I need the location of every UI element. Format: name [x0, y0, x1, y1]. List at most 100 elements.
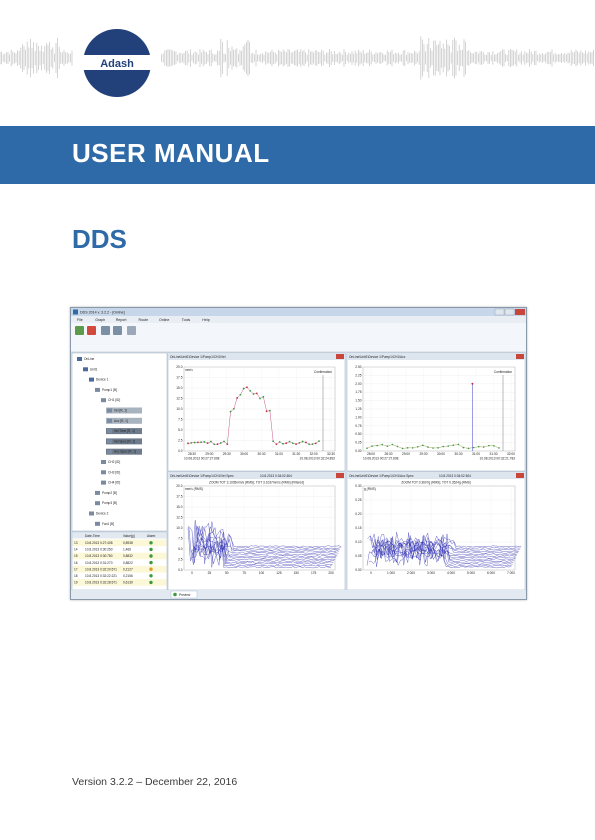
y-tick-label: 1.75 [355, 390, 361, 394]
data-point [381, 443, 384, 446]
tree-item[interactable]: CH3 [ID] [108, 470, 120, 474]
tree-item[interactable]: Acc [R, 1] [114, 419, 128, 423]
data-point [467, 447, 470, 450]
data-point [203, 441, 206, 443]
chart-title: OnLine\Unit1\Device 1\Pump1\CH1\Acc [349, 355, 406, 359]
table-row-index: 19 [74, 581, 78, 585]
menu-item-tools[interactable]: Tools [182, 318, 191, 322]
data-point [371, 445, 373, 447]
tree-item[interactable]: Vel Spec [R, 1] [114, 439, 135, 443]
table-row-index: 15 [74, 554, 78, 558]
table-header: Date-Time [85, 534, 100, 538]
table-row-value: 0,6139 [123, 581, 133, 585]
x-tick-label: 125 [276, 571, 282, 575]
menu-item-graph[interactable]: Graph [95, 318, 105, 322]
menu-item-file[interactable]: File [77, 318, 83, 322]
chart-close-icon[interactable] [516, 354, 524, 359]
logo-text: Adash [100, 58, 134, 70]
data-point [282, 442, 284, 445]
data-point [391, 443, 394, 446]
y-tick-label: 0.10 [355, 540, 361, 544]
menu-item-route[interactable]: Route [139, 318, 149, 322]
data-point [406, 447, 409, 449]
start-icon[interactable] [75, 326, 84, 335]
data-point [386, 445, 389, 448]
tree-item[interactable]: Acc Spec [R, 1] [114, 450, 136, 454]
minimize-button[interactable] [494, 308, 505, 316]
chart-panel-top-left: OnLine\Unit1\Device 1\Pump1\CH1\Velmm/s0… [167, 352, 346, 472]
status-icon [173, 592, 177, 597]
chart-title: OnLine\Unit1\Device 1\Pump1\CH1\Acc Spec [349, 474, 414, 478]
table-row-datetime: 10.8.2013 0:30:780 [85, 554, 113, 558]
table-row-value: 0,2127 [123, 567, 133, 571]
tree-item[interactable]: CH4 [ID] [108, 481, 120, 485]
x-tick-label: 29:30 [223, 452, 231, 456]
data-point [488, 444, 490, 447]
chart-title: OnLine\Unit1\Device 1\Pump1\CH1\Vel Spec [170, 474, 234, 478]
chart-title: OnLine\Unit1\Device 1\Pump1\CH1\Vel [170, 355, 226, 359]
tree-node-icon [107, 408, 112, 413]
verify-icon[interactable] [101, 326, 110, 335]
chart-panel-bottom-right: OnLine\Unit1\Device 1\Pump1\CH1\Acc Spec… [346, 471, 526, 591]
data-point [249, 389, 252, 392]
tree-item[interactable]: Device 2 [96, 512, 109, 516]
data-point [272, 440, 275, 443]
y-tick-label: 2.50 [355, 365, 361, 369]
tree-item[interactable]: Pump1 [B] [102, 388, 117, 392]
x-tick-label: 32:00 [310, 452, 318, 456]
app-screenshot: DDS 2014 v. 3.2.2 - [Online] File Graph Re… [70, 307, 527, 600]
y-tick-label: 15.0 [176, 386, 182, 390]
x-tick-label: 175 [311, 571, 317, 575]
menu-item-online[interactable]: Online [159, 318, 169, 322]
data-point [462, 446, 465, 449]
chart-annotation: Confirmation [494, 370, 512, 374]
data-point [416, 446, 419, 448]
tree-item[interactable]: CH1 [ID] [108, 398, 120, 402]
tree-item[interactable]: Pump3 [B] [102, 501, 117, 505]
stop-icon[interactable] [87, 326, 96, 335]
y-tick-label: 0.0 [178, 449, 183, 453]
tree-item[interactable]: CH2 [ID] [108, 460, 120, 464]
window-title: DDS 2014 v. 3.2.2 - [Online] [80, 311, 125, 315]
chart-panel-top-right: OnLine\Unit1\Device 1\Pump1\CH1\Acc 0.00 0… [346, 352, 526, 472]
chart-close-icon[interactable] [516, 473, 524, 478]
tree-item[interactable]: Pump2 [B] [102, 491, 117, 495]
tree-node-icon [89, 511, 94, 516]
y-tick-label: 12.5 [176, 516, 182, 520]
chart-close-icon[interactable] [336, 354, 344, 359]
alarm-indicator [149, 567, 153, 571]
tree-item[interactable]: Fan1 [B] [102, 522, 114, 526]
tree-item[interactable]: Vel [R, 1] [114, 409, 127, 413]
y-tick-label: 0.25 [355, 498, 361, 502]
table-row-datetime: 10.8.2013 0:27:408 [85, 541, 113, 545]
y-tick-label: 0.30 [355, 484, 361, 488]
x-start-label: 10.08.2013 00:27:27.608 [184, 457, 220, 461]
close-button[interactable] [515, 309, 525, 315]
tree-item[interactable]: Unit1 [90, 367, 98, 371]
manual-icon[interactable] [113, 326, 122, 335]
tree-item[interactable]: OnLine [84, 357, 95, 361]
table-row-index: 14 [74, 548, 78, 552]
chart-close-icon[interactable] [336, 473, 344, 478]
data-point [193, 441, 196, 444]
y-tick-label: 0.25 [355, 441, 361, 445]
maximize-button[interactable] [504, 308, 515, 316]
table-header: Alarm [147, 534, 156, 538]
tree-item[interactable]: Device 1 [96, 378, 109, 382]
menu-item-report[interactable]: Report [116, 318, 127, 322]
add-icon[interactable] [127, 326, 136, 335]
menu-item-help[interactable]: Help [202, 318, 209, 322]
alarm-indicator [149, 560, 153, 565]
y-tick-label: 1.50 [355, 399, 361, 403]
table-row-index: 13 [74, 541, 78, 545]
y-tick-label: 0.00 [355, 449, 361, 453]
data-point [311, 443, 314, 446]
y-tick-label: 17.5 [176, 495, 182, 499]
x-tick-label: 6 000 [487, 571, 495, 575]
x-tick-label: 100 [259, 571, 265, 575]
x-tick-label: 25 [208, 571, 212, 575]
x-start-label: 10.08.2013 00:27:27.608 [363, 457, 399, 461]
data-point [265, 410, 268, 413]
tree-item[interactable]: Vel Time [R, 1] [114, 429, 135, 433]
table-row-datetime: 10.8.2013 0:32:22:221 [85, 574, 117, 578]
